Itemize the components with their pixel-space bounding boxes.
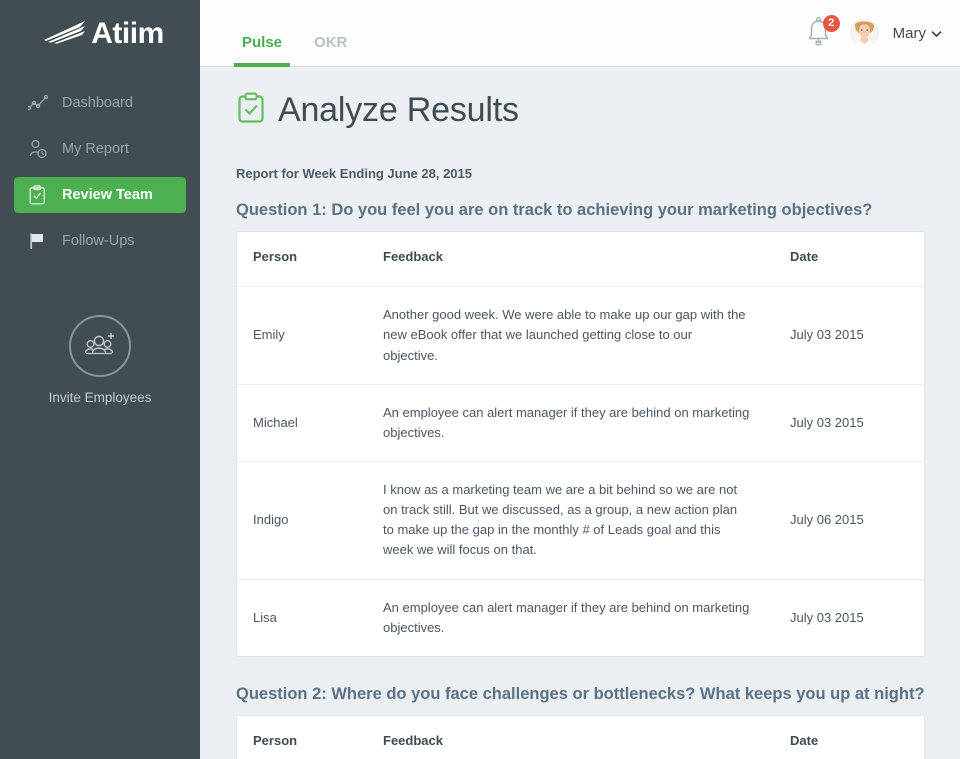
logo[interactable]: Atiim xyxy=(0,0,200,67)
clipboard-check-icon xyxy=(28,185,54,205)
tab-pulse[interactable]: Pulse xyxy=(226,34,298,67)
feedback-table-card: Person Feedback Date Emily While we clos… xyxy=(236,715,925,759)
column-header-date: Date xyxy=(774,232,924,288)
cell-feedback: An employee can alert manager if they ar… xyxy=(367,384,774,462)
table-header-row: Person Feedback Date xyxy=(237,232,924,288)
chevron-down-icon xyxy=(931,25,942,42)
cell-person: Indigo xyxy=(237,461,367,580)
invite-employees-label: Invite Employees xyxy=(48,390,152,405)
app-root: Atiim Dashboard My Report Review Team Fo… xyxy=(0,0,960,759)
line-chart-icon xyxy=(28,95,54,111)
cell-feedback: An employee can alert manager if they ar… xyxy=(383,599,750,635)
clipboard-check-icon xyxy=(236,92,266,129)
sidebar: Atiim Dashboard My Report Review Team Fo… xyxy=(0,0,200,759)
topbar: Pulse OKR 2 Mary xyxy=(200,0,960,67)
sidebar-item-my-report[interactable]: My Report xyxy=(14,131,186,167)
question-section: Question 1: Do you feel you are on track… xyxy=(236,199,925,657)
feedback-table: Person Feedback Date Emily Another good … xyxy=(237,232,924,656)
avatar[interactable] xyxy=(849,18,879,48)
content-scroll-area[interactable]: Analyze Results Report for Week Ending J… xyxy=(200,67,960,759)
cell-date: July 03 2015 xyxy=(790,609,864,625)
cell-person: Lisa xyxy=(253,609,277,625)
feedback-table-card: Person Feedback Date Emily Another good … xyxy=(236,231,925,657)
sidebar-item-review-team[interactable]: Review Team xyxy=(14,177,186,213)
column-header-feedback: Feedback xyxy=(367,232,774,288)
table-header-row: Person Feedback Date xyxy=(237,716,924,759)
feedback-table: Person Feedback Date Emily While we clos… xyxy=(237,716,924,759)
sidebar-item-follow-ups[interactable]: Follow-Ups xyxy=(14,223,186,259)
cell-person: Emily xyxy=(237,286,367,385)
sidebar-item-label: Review Team xyxy=(62,187,153,203)
person-clock-icon xyxy=(28,139,54,159)
notification-count-badge: 2 xyxy=(822,15,840,32)
table-row: Michael An employee can alert manager if… xyxy=(237,384,924,462)
tab-label: Pulse xyxy=(242,34,283,51)
report-week-label: Report for Week Ending June 28, 2015 xyxy=(236,166,472,181)
cell-person: Michael xyxy=(237,384,367,462)
tab-label: OKR xyxy=(314,34,348,51)
sidebar-item-label: Follow-Ups xyxy=(62,233,135,249)
page-title: Analyze Results xyxy=(236,91,925,130)
table-row: Indigo I know as a marketing team we are… xyxy=(237,461,924,580)
table-row: Emily Another good week. We were able to… xyxy=(237,286,924,385)
main-area: Pulse OKR 2 Mary Analyze Results Report … xyxy=(200,0,960,759)
question-heading: Question 1: Do you feel you are on track… xyxy=(236,201,873,219)
sidebar-item-label: Dashboard xyxy=(62,95,133,111)
sidebar-nav: Dashboard My Report Review Team Follow-U… xyxy=(0,67,200,259)
cell-date: July 03 2015 xyxy=(774,384,924,462)
topbar-actions: 2 Mary xyxy=(806,0,942,66)
page-title-text: Analyze Results xyxy=(278,91,519,129)
cell-date: July 06 2015 xyxy=(774,461,924,580)
column-header-person: Person xyxy=(237,232,367,288)
table-row: Lisa An employee can alert manager if th… xyxy=(237,579,924,656)
user-name: Mary xyxy=(892,24,926,42)
invite-employees-button[interactable]: Invite Employees xyxy=(0,315,200,405)
flag-icon xyxy=(28,231,54,251)
sidebar-item-dashboard[interactable]: Dashboard xyxy=(14,85,186,121)
question-heading: Question 2: Where do you face challenges… xyxy=(236,684,925,703)
atiim-swoosh-icon xyxy=(42,18,88,49)
tab-okr[interactable]: OKR xyxy=(298,34,363,66)
bell-icon xyxy=(806,16,832,52)
column-header-date: Date xyxy=(774,716,924,759)
topbar-tabs: Pulse OKR xyxy=(200,0,363,67)
cell-feedback: I know as a marketing team we are a bit … xyxy=(367,461,774,580)
sidebar-item-label: My Report xyxy=(62,141,129,157)
cell-date: July 03 2015 xyxy=(774,286,924,385)
logo-text: Atiim xyxy=(91,16,164,50)
column-header-person: Person xyxy=(237,716,367,759)
group-add-icon xyxy=(69,315,131,377)
column-header-feedback: Feedback xyxy=(367,716,774,759)
user-menu[interactable]: Mary xyxy=(893,25,942,42)
notifications-button[interactable]: 2 xyxy=(806,15,840,52)
cell-feedback: Another good week. We were able to make … xyxy=(367,286,774,385)
question-section: Question 2: Where do you face challenges… xyxy=(236,683,925,759)
